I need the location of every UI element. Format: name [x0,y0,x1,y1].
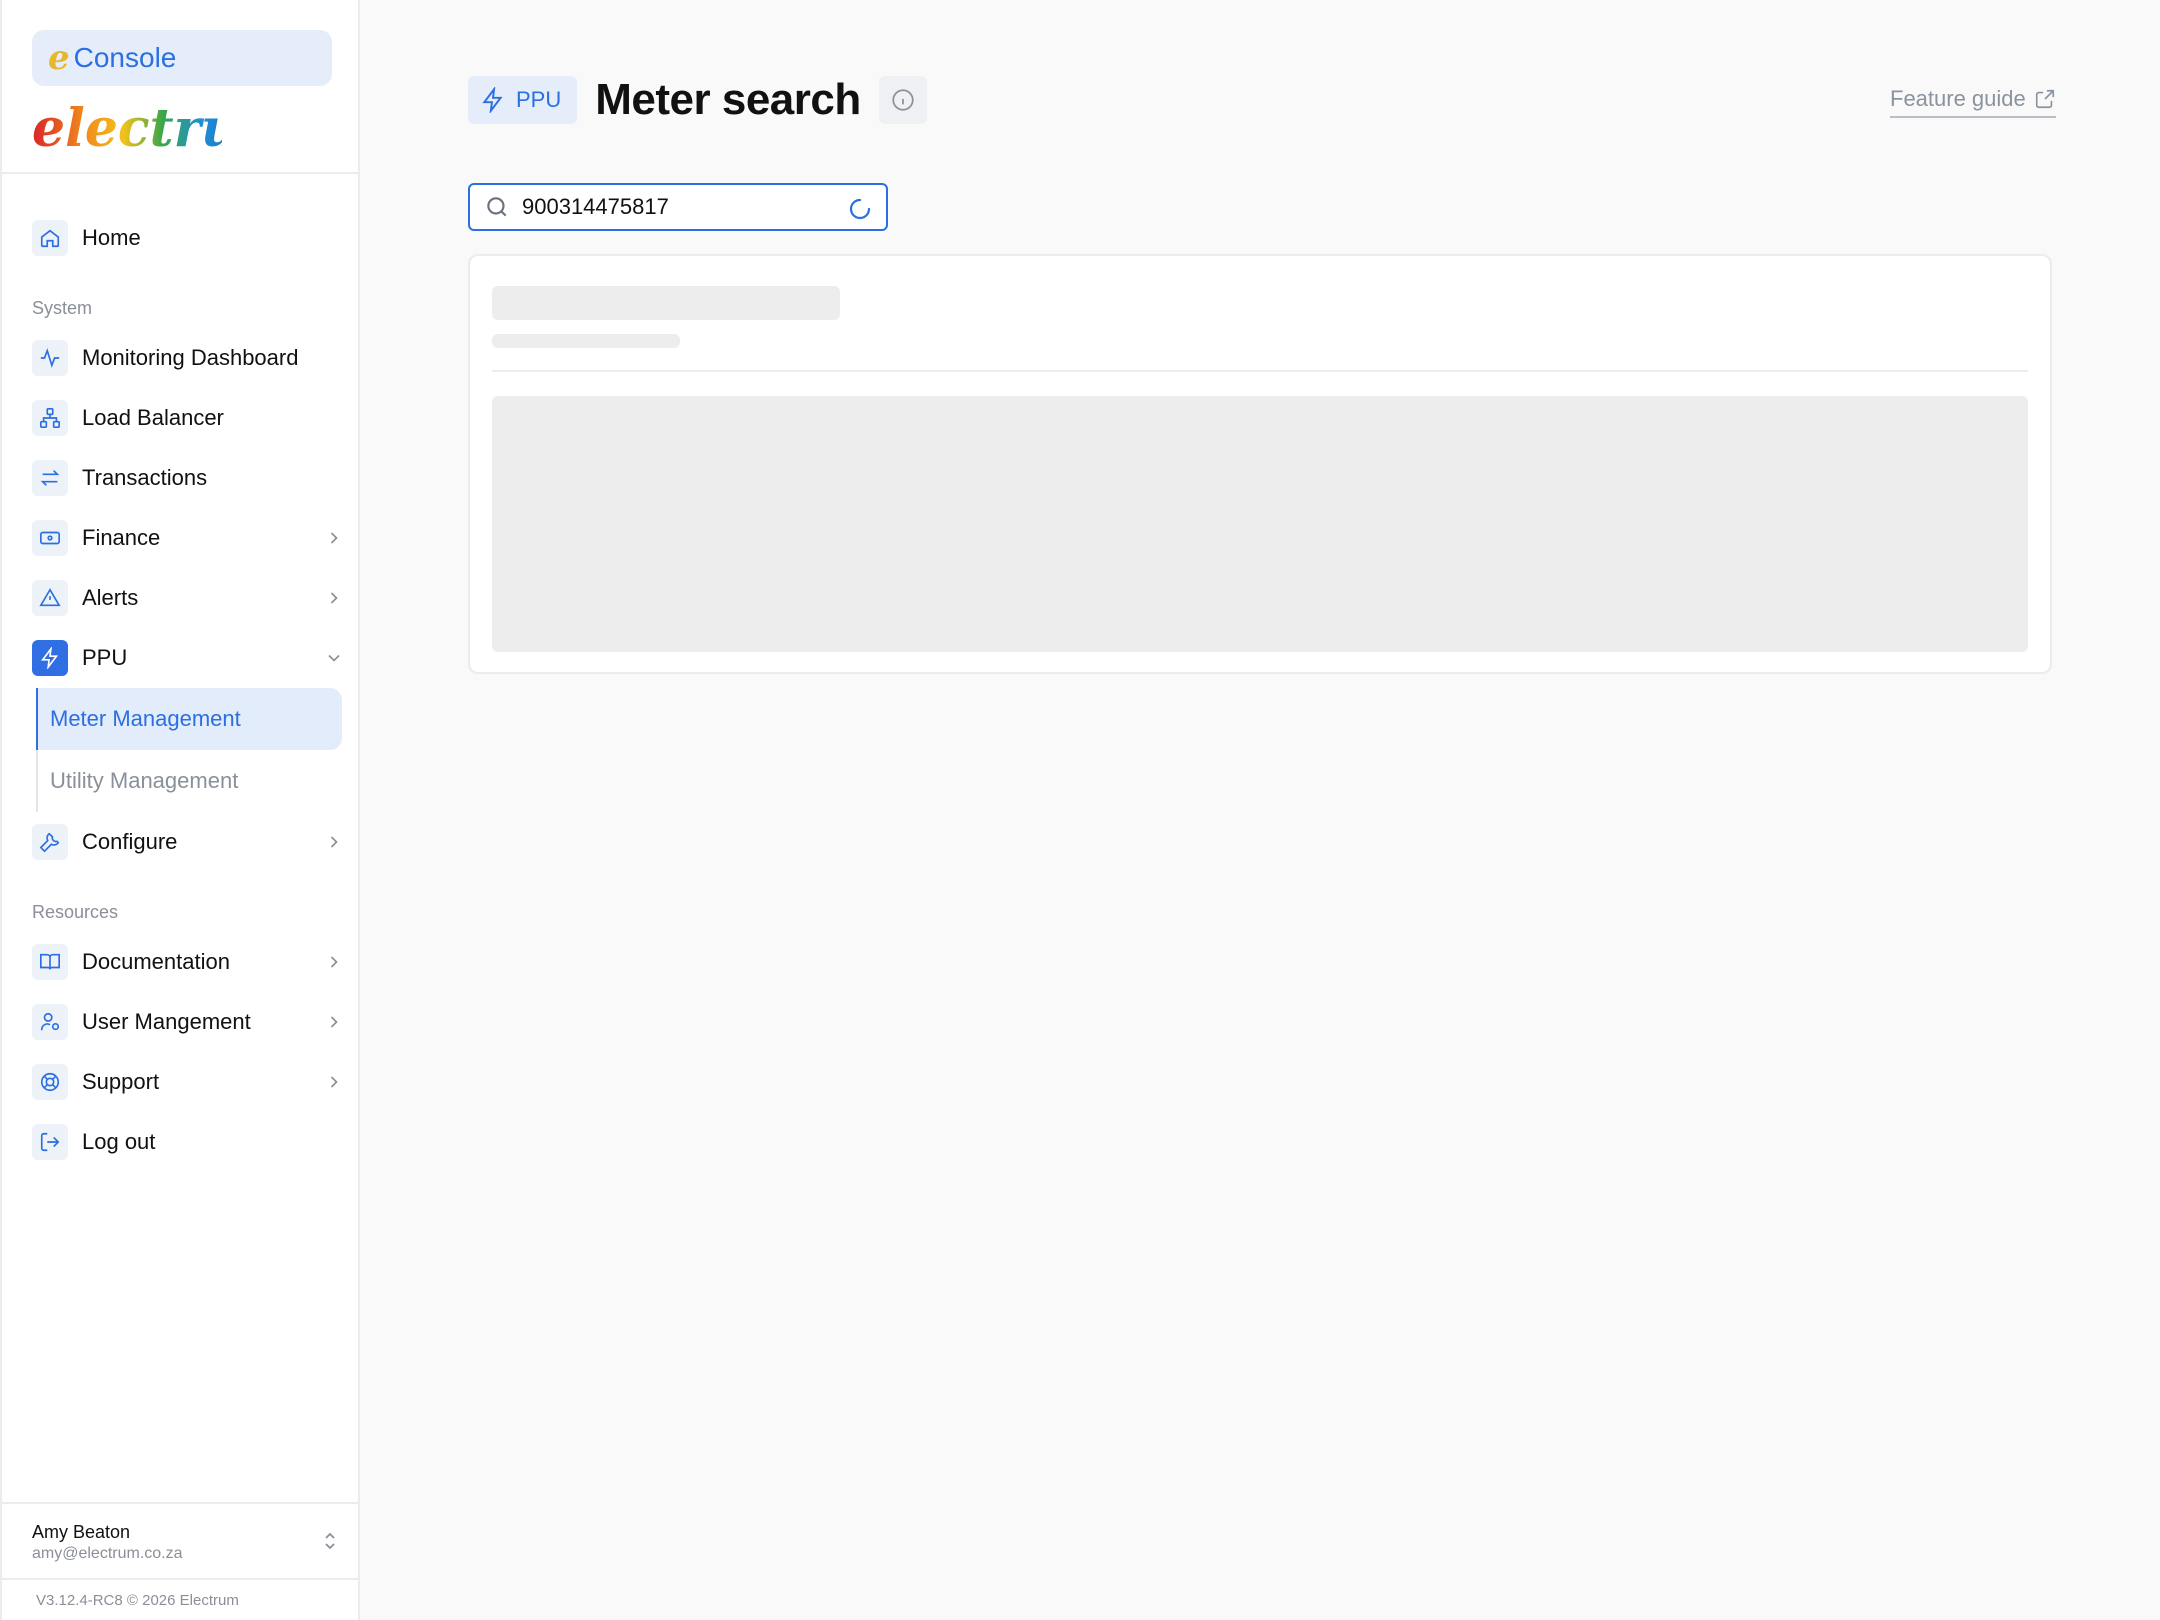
user-settings-icon [32,1004,68,1040]
console-logo-icon: e [48,38,70,78]
brand-area: e Console electrum [2,0,358,174]
nav-home[interactable]: Home [32,208,344,268]
nav-transactions[interactable]: Transactions [32,448,344,508]
skeleton-body [492,396,2028,652]
sidebar: e Console electrum Home [0,0,360,1620]
chevron-right-icon [330,1016,338,1028]
page-header: PPU Meter search [468,75,927,124]
nav-utility-management[interactable]: Utility Management [38,750,344,812]
divider [492,370,2028,372]
nav-load-balancer[interactable]: Load Balancer [32,388,344,448]
logout-icon [32,1124,68,1160]
alert-triangle-icon [32,580,68,616]
results-card-skeleton [468,254,2052,674]
info-icon [892,89,914,111]
nav-configure[interactable]: Configure [32,812,344,872]
chevron-down-icon [328,654,340,662]
ppu-submenu: Meter Management Utility Management [36,688,344,812]
ppu-badge-label: PPU [516,87,562,112]
banknote-icon [32,520,68,556]
feature-guide-label: Feature guide [1890,86,2026,111]
chevrons-up-down-icon [325,1532,335,1550]
nav-support[interactable]: Support [32,1052,344,1112]
info-button[interactable] [878,76,927,124]
ppu-badge: PPU [468,76,578,124]
system-section-label: System [32,298,93,318]
meter-search-field[interactable] [468,183,888,231]
home-icon [32,220,68,256]
resources-section-label: Resources [32,902,119,922]
main-nav: Home System Monitoring Dashboard Load Ba… [32,208,344,1172]
loading-spinner-icon [849,198,871,220]
search-icon [487,197,507,217]
electrum-logo: electrum [32,98,294,159]
meter-search-input[interactable] [522,194,842,220]
chevron-right-icon [330,836,338,848]
nav-user-management[interactable]: User Mangement [32,992,344,1052]
chevron-right-icon [330,1076,338,1088]
nav-alerts[interactable]: Alerts [32,568,344,628]
nav-log-out[interactable]: Log out [32,1112,344,1172]
lightning-icon [482,87,503,113]
logo-wordmark: electrum [32,98,222,158]
activity-icon [32,340,68,376]
lifebuoy-icon [32,1064,68,1100]
console-button[interactable]: e Console [32,30,332,86]
page-title: Meter search [595,75,861,124]
console-label: Console [73,42,177,73]
lightning-icon [32,640,68,676]
nav-monitoring-dashboard[interactable]: Monitoring Dashboard [32,328,344,388]
chevron-right-icon [330,532,338,544]
version-footer: V3.12.4-RC8 © 2026 Electrum [2,1578,360,1620]
transfer-arrows-icon [32,460,68,496]
skeleton-title [492,286,840,320]
network-icon [32,400,68,436]
chevron-right-icon [330,592,338,604]
user-email: amy@electrum.co.za [32,1545,183,1562]
user-account-switcher[interactable]: Amy Beaton amy@electrum.co.za [2,1502,360,1578]
user-name: Amy Beaton [32,1522,131,1542]
chevron-right-icon [330,956,338,968]
wrench-icon [32,824,68,860]
skeleton-subtitle [492,334,680,348]
book-icon [32,944,68,980]
nav-documentation[interactable]: Documentation [32,932,344,992]
external-link-icon [2035,89,2054,109]
feature-guide-link[interactable]: Feature guide [1890,86,2056,118]
nav-finance[interactable]: Finance [32,508,344,568]
nav-meter-management[interactable]: Meter Management [36,688,342,750]
nav-ppu[interactable]: PPU [32,628,344,688]
